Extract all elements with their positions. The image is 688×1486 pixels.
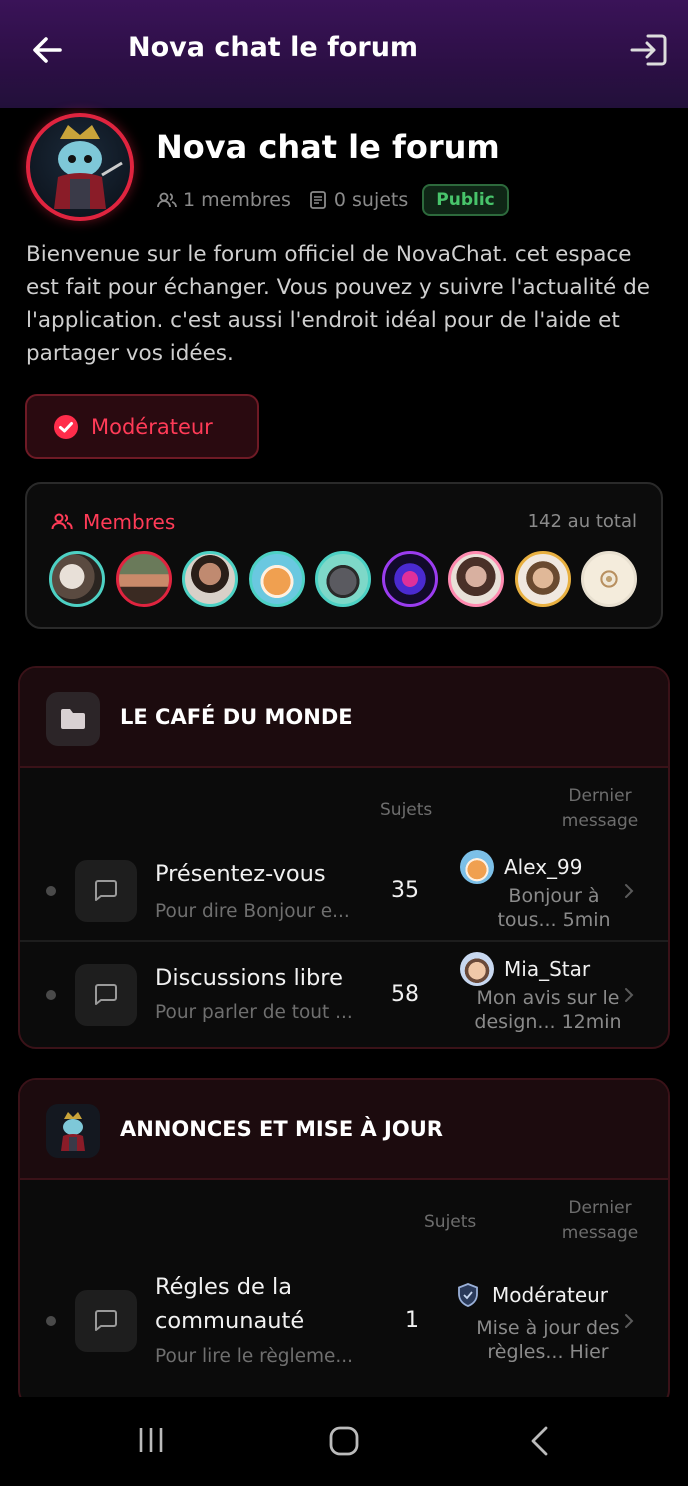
- avatar[interactable]: [514, 551, 571, 607]
- last-message: Mise à jour des règles... Hier: [458, 1316, 638, 1364]
- chevron-right-icon: [625, 1314, 634, 1328]
- arrow-left-icon[interactable]: [28, 30, 68, 70]
- column-headers: Sujets Dernier message: [20, 1180, 668, 1250]
- forum-title: Présentez-vous: [155, 861, 326, 887]
- column-last-message: Dernier message: [545, 784, 655, 834]
- members-count: 1 membres: [183, 189, 291, 211]
- samurai-mascot-icon: [54, 125, 123, 209]
- last-poster-name: Alex_99: [504, 855, 583, 879]
- forum-title: Régles de la communauté: [155, 1270, 304, 1338]
- column-last-line1: Dernier: [568, 1198, 632, 1218]
- system-nav-bar: [0, 1397, 688, 1486]
- avatar[interactable]: [248, 551, 305, 607]
- avatar[interactable]: [315, 551, 371, 607]
- members-icon: [51, 513, 73, 530]
- avatar[interactable]: [49, 551, 105, 607]
- chat-bubble-icon: [75, 860, 137, 922]
- forum-row-discussions-libre[interactable]: Discussions libre Pour parler de tout ..…: [20, 942, 668, 1046]
- samurai-mascot-icon: [46, 1104, 100, 1158]
- back-icon[interactable]: [528, 1425, 552, 1457]
- unread-dot: [46, 990, 56, 1000]
- forum-subtitle: Pour lire le règleme...: [155, 1346, 354, 1367]
- category-header[interactable]: LE CAFÉ DU MONDE: [20, 668, 668, 768]
- shield-icon: [458, 1283, 478, 1307]
- forum-row-regles[interactable]: Régles de la communauté Pour lire le règ…: [20, 1250, 668, 1390]
- moderator-label: Modérateur: [91, 414, 213, 439]
- category-annonces: ANNONCES ET MISE À JOUR Sujets Dernier m…: [18, 1078, 670, 1408]
- chat-bubble-icon: [75, 964, 137, 1026]
- moderator-button[interactable]: Modérateur: [25, 394, 259, 459]
- topic-count: 35: [391, 878, 419, 903]
- category-header[interactable]: ANNONCES ET MISE À JOUR: [20, 1080, 668, 1180]
- members-total: 142 au total: [527, 511, 637, 532]
- last-message-line2: design... 12min: [474, 1011, 622, 1033]
- column-last-line2: message: [561, 811, 639, 831]
- user-avatar: [460, 952, 494, 986]
- last-message-line1: Mise à jour des: [476, 1317, 620, 1339]
- topic-count: 1: [405, 1308, 419, 1333]
- header-title: Nova chat le forum: [128, 32, 419, 63]
- column-last-line2: message: [561, 1223, 639, 1243]
- chevron-right-icon: [625, 988, 634, 1002]
- last-poster: Alex_99: [460, 850, 582, 884]
- topics-count: 0 sujets: [333, 189, 409, 211]
- members-label: Membres: [83, 510, 176, 534]
- avatar[interactable]: [182, 551, 238, 607]
- forum-subtitle: Pour dire Bonjour e...: [155, 901, 350, 922]
- forum-row-presentez-vous[interactable]: Présentez-vous Pour dire Bonjour e... 35…: [20, 838, 668, 942]
- forum-title-line2: communauté: [155, 1308, 305, 1334]
- last-message: Bonjour à tous... 5min: [494, 884, 614, 932]
- forum-avatar: [26, 113, 134, 221]
- home-icon[interactable]: [328, 1425, 360, 1457]
- members-icon: [157, 192, 177, 208]
- recent-apps-icon[interactable]: [136, 1425, 166, 1455]
- forum-description: Bienvenue sur le forum officiel de NovaC…: [26, 242, 650, 366]
- category-title: LE CAFÉ DU MONDE: [120, 705, 353, 729]
- last-poster-name: Mia_Star: [504, 957, 591, 981]
- column-last-message: Dernier message: [545, 1196, 655, 1246]
- folder-icon: [46, 692, 100, 746]
- forum-subtitle: Pour parler de tout ...: [155, 1002, 353, 1023]
- app-header: Nova chat le forum: [0, 0, 688, 108]
- unread-dot: [46, 1316, 56, 1326]
- chevron-right-icon: [625, 884, 634, 898]
- members-card[interactable]: Membres 142 au total: [25, 482, 663, 629]
- column-last-line1: Dernier: [568, 786, 632, 806]
- last-message-line2: règles... Hier: [487, 1341, 609, 1363]
- logout-icon[interactable]: [626, 30, 670, 70]
- last-poster: Modérateur: [456, 1282, 608, 1308]
- avatar[interactable]: [581, 551, 637, 607]
- topic-count: 58: [391, 982, 419, 1007]
- forum-stats: 1 membres 0 sujets Public: [156, 183, 509, 217]
- column-topics: Sujets: [424, 1212, 477, 1232]
- last-poster-name: Modérateur: [492, 1283, 609, 1307]
- forum-name: Nova chat le forum: [156, 128, 500, 166]
- column-headers: Sujets Dernier message: [20, 768, 668, 838]
- chat-bubble-icon: [75, 1290, 137, 1352]
- avatar[interactable]: [381, 551, 438, 607]
- last-message: Mon avis sur le design... 12min: [458, 986, 638, 1034]
- visibility-badge: Public: [422, 184, 509, 216]
- topics-icon: [309, 191, 326, 209]
- category-title: ANNONCES ET MISE À JOUR: [120, 1117, 443, 1141]
- last-poster: Mia_Star: [460, 952, 590, 986]
- forum-title: Discussions libre: [155, 965, 343, 991]
- last-message-line2: tous... 5min: [497, 909, 611, 931]
- forum-title-line1: Régles de la: [155, 1274, 293, 1300]
- user-avatar: [460, 850, 494, 884]
- unread-dot: [46, 886, 56, 896]
- avatar[interactable]: [115, 551, 172, 607]
- avatar[interactable]: [448, 551, 504, 607]
- members-header: Membres: [51, 510, 175, 534]
- check-circle-icon: [54, 414, 78, 439]
- column-topics: Sujets: [380, 800, 433, 820]
- member-avatars: [49, 551, 648, 607]
- category-cafe-du-monde: LE CAFÉ DU MONDE Sujets Dernier message …: [18, 666, 670, 1049]
- last-message-line1: Bonjour à: [508, 885, 600, 907]
- last-message-line1: Mon avis sur le: [476, 987, 620, 1009]
